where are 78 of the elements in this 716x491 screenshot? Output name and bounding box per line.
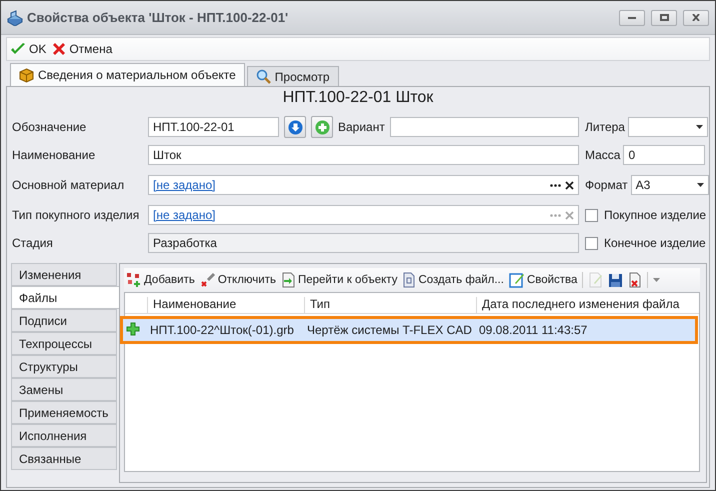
checkbox[interactable] <box>585 208 598 222</box>
checkbox[interactable] <box>585 236 598 250</box>
checkbox-label: Конечное изделие <box>604 236 706 250</box>
side-tab[interactable]: Исполнения <box>11 424 117 447</box>
designation-field[interactable]: НПТ.100-22-01 <box>148 117 279 137</box>
minimize-button[interactable] <box>619 10 645 26</box>
side-tab[interactable]: Структуры <box>11 355 117 378</box>
side-tab[interactable]: Замены <box>11 378 117 401</box>
column-header[interactable]: Дата последнего изменения файла <box>476 297 699 313</box>
close-icon <box>692 14 700 21</box>
field-label: Тип покупного изделия <box>12 208 140 222</box>
dropdown-arrow-icon <box>696 183 704 187</box>
clear-icon <box>565 180 574 190</box>
edit-icon <box>508 272 525 288</box>
overflow-button[interactable] <box>653 278 660 282</box>
side-tab[interactable]: Применяемость <box>11 401 117 424</box>
check-icon <box>10 42 26 56</box>
side-tab[interactable]: Подписи <box>11 309 117 332</box>
stage-field[interactable]: Разработка <box>148 233 579 253</box>
tab[interactable]: Сведения о материальном объекте <box>10 63 245 86</box>
cancel-button[interactable]: Отмена <box>52 42 112 56</box>
value-link[interactable]: [не задано] <box>153 178 550 192</box>
clear-icon <box>565 210 574 220</box>
maximize-icon <box>660 14 668 21</box>
mass-field[interactable]: 0 <box>623 145 706 165</box>
field-label: Формат <box>585 178 628 192</box>
toolbar-button[interactable]: Добавить <box>126 272 195 288</box>
close-button[interactable] <box>683 10 709 26</box>
file-row[interactable]: НПТ.100-22^Шток(-01).grb Чертёж системы T-FLEX CAD 09.08.2011 11:43:57 <box>123 319 695 341</box>
column-header[interactable]: Наименование <box>147 297 304 313</box>
object-heading: НПТ.100-22-01 Шток <box>282 88 434 108</box>
down-arrow-button[interactable] <box>284 116 306 138</box>
unlink-icon <box>200 272 216 288</box>
field-label: Литера <box>585 120 625 134</box>
document-icon <box>402 272 416 288</box>
column-header[interactable]: Тип <box>304 297 476 313</box>
save-button[interactable] <box>608 272 624 288</box>
plus-icon <box>126 322 140 336</box>
checkbox-label: Покупное изделие <box>604 208 706 222</box>
app-icon <box>7 10 23 26</box>
toolbar-button[interactable]: Отключить <box>200 272 276 288</box>
box-icon <box>19 68 34 82</box>
field-label: Масса <box>585 148 620 162</box>
minimize-icon <box>628 16 636 18</box>
toolbar-button[interactable]: Создать файл... <box>402 272 504 288</box>
more-icon <box>550 214 561 216</box>
add-node-icon <box>126 272 142 288</box>
tab[interactable]: Просмотр <box>246 66 339 86</box>
cross-icon <box>52 42 66 56</box>
side-tab[interactable]: Техпроцессы <box>11 332 117 355</box>
search-icon <box>256 69 271 84</box>
reference-field[interactable]: [не задано] <box>148 175 579 195</box>
side-tab[interactable]: Связанные <box>11 447 117 470</box>
toolbar-button[interactable]: Перейти к объекту <box>280 272 398 288</box>
window-title: Свойства объекта 'Шток - НПТ.100-22-01' <box>27 10 290 25</box>
field-label: Обозначение <box>12 120 88 134</box>
table-cell-text: НПТ.100-22^Шток(-01).grb <box>149 323 295 337</box>
toolbar-button[interactable]: Свойства <box>508 272 578 288</box>
litera-dropdown[interactable] <box>628 117 708 137</box>
table-cell-text: Чертёж системы T-FLEX CAD <box>306 323 473 337</box>
maximize-button[interactable] <box>651 10 677 26</box>
document-arrow-icon <box>280 272 296 288</box>
field-label: Основной материал <box>12 178 126 192</box>
side-tab[interactable]: Файлы <box>11 286 120 309</box>
field-label: Вариант <box>338 120 385 134</box>
variant-field[interactable] <box>390 117 579 137</box>
delete-button[interactable] <box>628 272 642 288</box>
add-button[interactable] <box>311 116 333 138</box>
name-field[interactable]: Шток <box>148 145 579 165</box>
dropdown-arrow-icon <box>696 125 703 129</box>
ok-button[interactable]: OK <box>10 42 46 56</box>
table-cell-text: 09.08.2011 11:43:57 <box>478 323 588 337</box>
field-label: Наименование <box>12 148 96 162</box>
format-dropdown[interactable]: А3 <box>630 175 709 195</box>
field-label: Стадия <box>12 236 54 250</box>
plus-icon <box>314 120 330 134</box>
more-icon <box>550 184 561 186</box>
side-tab[interactable]: Изменения <box>11 263 117 286</box>
